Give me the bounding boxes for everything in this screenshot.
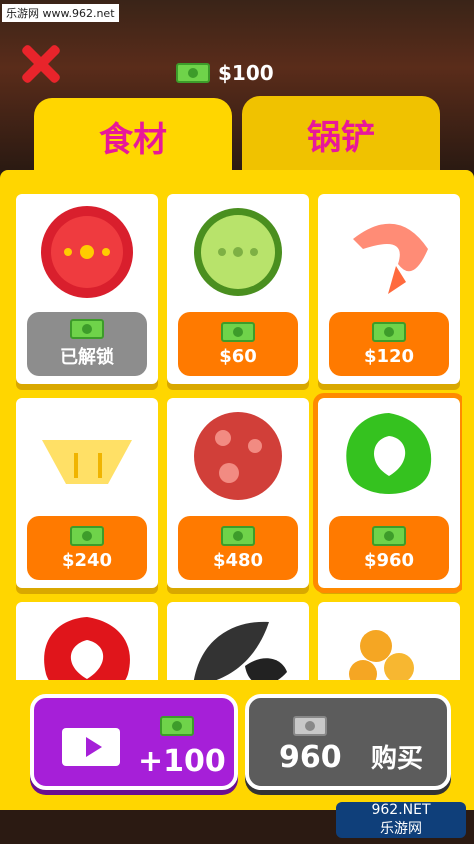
price-label: $60: [219, 345, 257, 367]
ad-reward-amount: +100: [138, 744, 226, 779]
red-pepper-icon: [44, 617, 130, 680]
price-label: 已解锁: [60, 347, 114, 368]
watermark-text: 乐游网: [380, 821, 422, 837]
price-label: $240: [61, 549, 113, 571]
pepperoni-icon: [194, 412, 282, 500]
tab-label: 食材: [99, 120, 167, 160]
money-icon: [221, 525, 255, 546]
buy-price: 960: [279, 740, 342, 775]
shop-screen: 乐游网 www.962.net $100 锅铲 食材 已解锁 $60 $120 …: [0, 0, 474, 844]
item-card-corn[interactable]: [318, 602, 460, 680]
item-card-shrimp[interactable]: $120: [318, 194, 460, 384]
tab-label: 锅铲: [307, 118, 375, 158]
money-icon: [70, 319, 104, 339]
shrimp-icon: [353, 223, 428, 294]
price-label: $120: [363, 345, 415, 367]
item-card-mushroom[interactable]: [167, 602, 309, 680]
money-icon: [293, 716, 327, 736]
price-button[interactable]: $120: [329, 312, 449, 376]
close-icon[interactable]: [18, 42, 62, 86]
cucumber-icon: [194, 208, 282, 296]
price-label: $480: [212, 549, 264, 571]
money-icon: [160, 716, 194, 736]
price-button[interactable]: $480: [178, 516, 298, 580]
money-icon: [372, 321, 406, 342]
price-button[interactable]: $240: [27, 516, 147, 580]
item-card-pepperoni[interactable]: $480: [167, 398, 309, 588]
green-pepper-icon: [346, 413, 432, 494]
tab-utensils[interactable]: 锅铲: [242, 96, 440, 172]
mushroom-icon: [194, 621, 287, 680]
item-card-red-pepper[interactable]: [16, 602, 158, 680]
item-card-green-pepper[interactable]: $960: [313, 393, 462, 593]
watermark-text: 962.NET: [371, 802, 431, 818]
buy-label: 购买: [371, 744, 424, 774]
item-card-cucumber[interactable]: $60: [167, 194, 309, 384]
pineapple-icon: [42, 440, 132, 484]
watermark-top: 乐游网 www.962.net: [2, 4, 119, 22]
price-label: $960: [363, 549, 415, 571]
item-card-pineapple[interactable]: $240: [16, 398, 158, 588]
price-button[interactable]: $60: [178, 312, 298, 376]
corn-icon: [349, 630, 414, 680]
money-icon: [70, 525, 104, 546]
item-card-tomato[interactable]: 已解锁: [16, 194, 158, 384]
price-button[interactable]: $960: [329, 516, 449, 580]
tomato-icon: [41, 206, 133, 298]
buy-button[interactable]: 960 购买: [245, 694, 451, 790]
balance: $100: [176, 61, 274, 85]
item-grid: 已解锁 $60 $120 $240 $480 $960: [16, 194, 462, 680]
money-icon: [372, 525, 406, 546]
tab-ingredients[interactable]: 食材: [34, 98, 232, 180]
balance-value: $100: [218, 61, 274, 85]
price-button[interactable]: 已解锁: [27, 312, 147, 376]
video-icon: [62, 728, 120, 766]
watch-ad-button[interactable]: +100: [30, 694, 238, 790]
watermark-bottom: 962.NET 乐游网: [336, 802, 466, 838]
money-icon: [176, 63, 210, 83]
money-icon: [221, 321, 255, 342]
